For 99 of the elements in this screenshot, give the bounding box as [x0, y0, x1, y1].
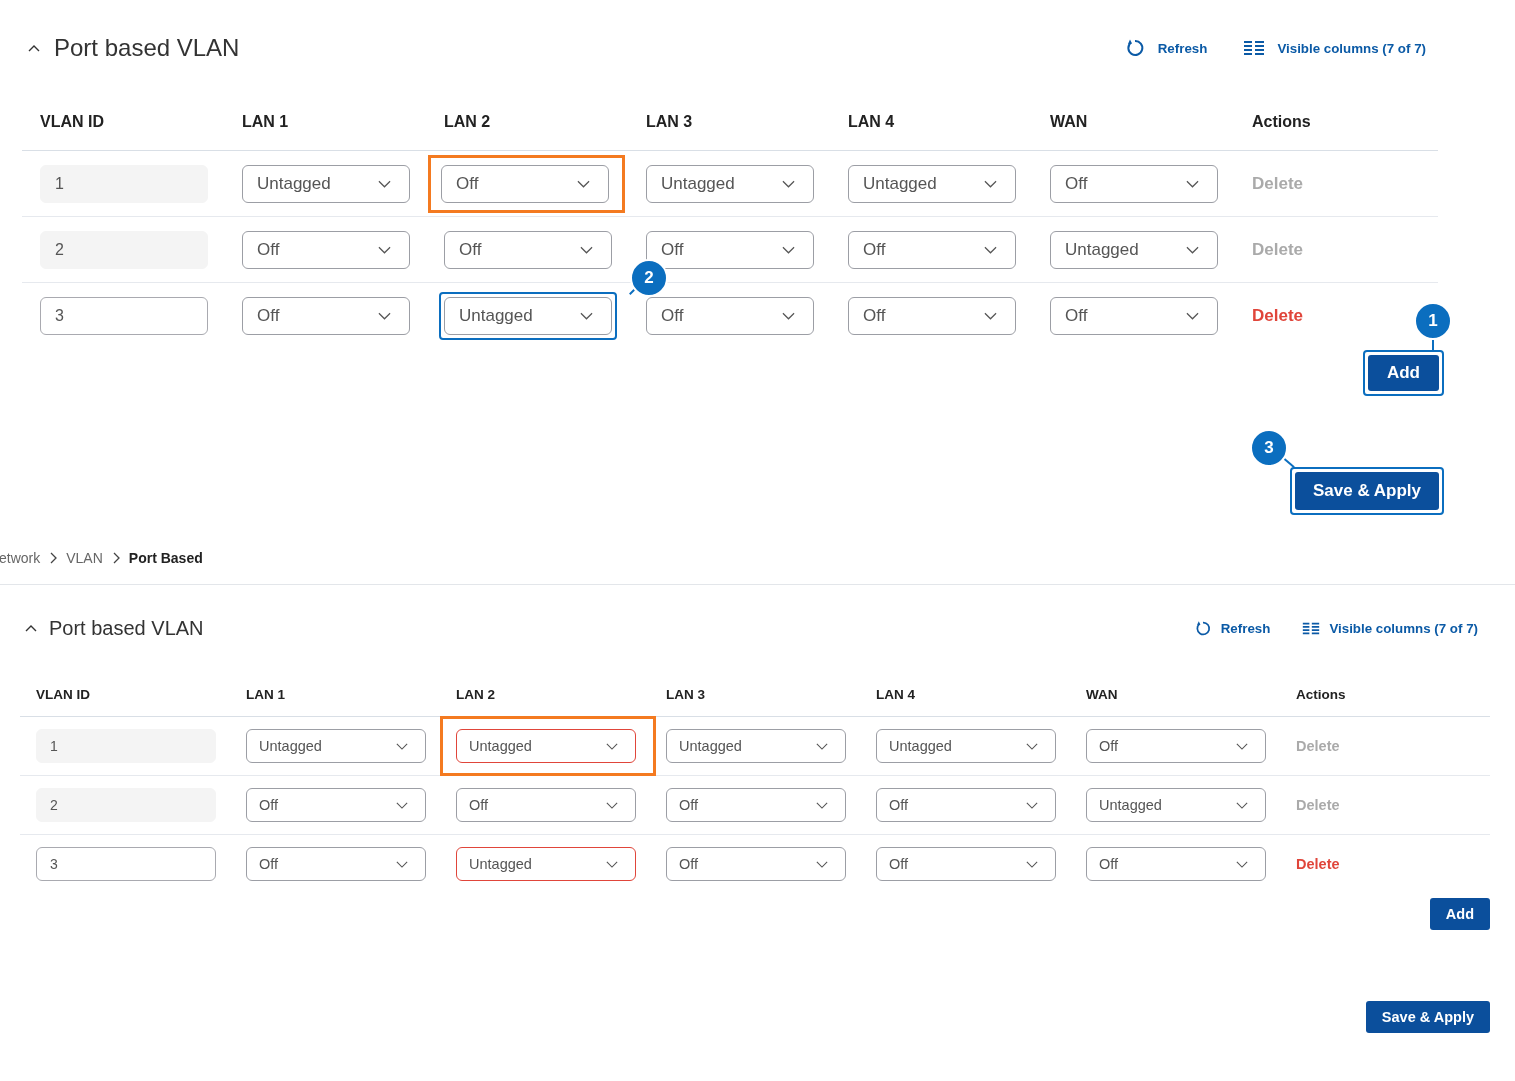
dropdown[interactable]: Off — [1050, 164, 1218, 203]
dropdown[interactable]: Untagged — [456, 729, 636, 763]
chevron-down-icon — [816, 860, 828, 868]
column-header: VLAN ID — [36, 686, 90, 702]
chevron-down-icon — [606, 801, 618, 809]
dropdown[interactable]: Off — [456, 788, 636, 822]
add-button[interactable]: Add — [1429, 898, 1490, 930]
dropdown[interactable]: Off — [666, 847, 846, 881]
refresh-button[interactable]: Refresh — [1193, 619, 1271, 637]
section-title: Port based VLAN — [49, 616, 204, 640]
dropdown[interactable]: Off — [1086, 729, 1266, 763]
save-button[interactable]: Save & Apply — [1365, 1001, 1490, 1033]
chevron-down-icon — [1026, 860, 1038, 868]
dropdown[interactable]: Off — [848, 296, 1016, 335]
save-button[interactable]: Save & Apply — [1294, 472, 1439, 510]
column-header: WAN — [1086, 686, 1118, 702]
dropdown[interactable]: Off — [444, 230, 612, 269]
dropdown[interactable]: Off — [646, 296, 814, 335]
dropdown[interactable]: Untagged — [876, 729, 1056, 763]
chevron-down-icon — [984, 245, 997, 254]
chevron-down-icon — [782, 179, 795, 188]
column-header: LAN 1 — [242, 112, 289, 131]
dropdown[interactable]: Untagged — [456, 847, 636, 881]
add-button[interactable]: Add — [1367, 355, 1439, 391]
vlan-id-field[interactable]: 3 — [40, 296, 208, 335]
chevron-down-icon — [606, 860, 618, 868]
chevron-down-icon — [606, 742, 618, 750]
dropdown[interactable]: Untagged — [1086, 788, 1266, 822]
chevron-down-icon — [378, 179, 391, 188]
chevron-down-icon — [816, 742, 828, 750]
dropdown[interactable]: Off — [848, 230, 1016, 269]
column-header: VLAN ID — [40, 112, 104, 131]
chevron-up-icon[interactable] — [28, 44, 40, 52]
chevron-down-icon — [1236, 742, 1248, 750]
dropdown[interactable]: Off — [441, 164, 609, 203]
breadcrumb-item[interactable]: VLAN — [66, 550, 103, 566]
dropdown[interactable]: Off — [876, 788, 1056, 822]
dropdown[interactable]: Off — [242, 230, 410, 269]
dropdown[interactable]: Untagged — [444, 296, 612, 335]
breadcrumb-item[interactable]: etwork — [0, 550, 41, 566]
chevron-down-icon — [580, 311, 593, 320]
chevron-down-icon — [396, 742, 408, 750]
dropdown[interactable]: Off — [1086, 847, 1266, 881]
vlan-id-field[interactable]: 3 — [36, 847, 216, 881]
chevron-down-icon — [816, 801, 828, 809]
delete-link[interactable]: Delete — [1296, 856, 1340, 872]
column-header: LAN 4 — [876, 686, 915, 702]
dropdown[interactable]: Untagged — [246, 729, 426, 763]
dropdown[interactable]: Untagged — [1050, 230, 1218, 269]
dropdown[interactable]: Off — [666, 788, 846, 822]
column-header: LAN 2 — [444, 112, 491, 131]
dropdown[interactable]: Untagged — [848, 164, 1016, 203]
chevron-right-icon — [111, 552, 120, 564]
dropdown[interactable]: Off — [246, 847, 426, 881]
chevron-down-icon — [1186, 311, 1199, 320]
refresh-button[interactable]: Refresh — [1123, 38, 1208, 58]
chevron-down-icon — [580, 245, 593, 254]
visible-columns-button[interactable]: Visible columns (7 of 7) — [1243, 38, 1426, 58]
dropdown[interactable]: Off — [876, 847, 1056, 881]
callout-badge: 1 — [1414, 302, 1452, 340]
chevron-right-icon — [49, 552, 58, 564]
column-header: LAN 1 — [246, 686, 285, 702]
column-header: WAN — [1050, 112, 1088, 131]
callout-badge: 3 — [1249, 429, 1288, 467]
chevron-down-icon — [1186, 245, 1199, 254]
column-header: LAN 3 — [646, 112, 693, 131]
chevron-down-icon — [378, 311, 391, 320]
chevron-down-icon — [1026, 742, 1038, 750]
dropdown[interactable]: Untagged — [242, 164, 410, 203]
chevron-down-icon — [984, 311, 997, 320]
chevron-down-icon — [1236, 860, 1248, 868]
chevron-down-icon — [577, 179, 590, 188]
columns-icon — [1243, 38, 1266, 58]
column-header: LAN 4 — [848, 112, 895, 131]
section-title: Port based VLAN — [54, 34, 240, 62]
dropdown[interactable]: Off — [1050, 296, 1218, 335]
column-header: Actions — [1296, 686, 1346, 702]
visible-columns-button[interactable]: Visible columns (7 of 7) — [1302, 619, 1478, 637]
delete-link[interactable]: Delete — [1252, 305, 1304, 326]
dropdown[interactable]: Off — [646, 230, 814, 269]
chevron-down-icon — [782, 245, 795, 254]
breadcrumb-item: Port Based — [128, 550, 203, 566]
column-header: LAN 3 — [666, 686, 705, 702]
chevron-down-icon — [1026, 801, 1038, 809]
dropdown[interactable]: Off — [242, 296, 410, 335]
chevron-down-icon — [378, 245, 391, 254]
chevron-down-icon — [1186, 179, 1199, 188]
chevron-down-icon — [396, 860, 408, 868]
column-header: Actions — [1252, 112, 1311, 131]
dropdown[interactable]: Off — [246, 788, 426, 822]
chevron-down-icon — [782, 311, 795, 320]
chevron-down-icon — [1236, 801, 1248, 809]
dropdown[interactable]: Untagged — [646, 164, 814, 203]
callout-badge: 2 — [630, 258, 668, 297]
chevron-down-icon — [396, 801, 408, 809]
chevron-down-icon — [984, 179, 997, 188]
chevron-up-icon[interactable] — [25, 624, 37, 632]
dropdown[interactable]: Untagged — [666, 729, 846, 763]
column-header: LAN 2 — [456, 686, 495, 702]
